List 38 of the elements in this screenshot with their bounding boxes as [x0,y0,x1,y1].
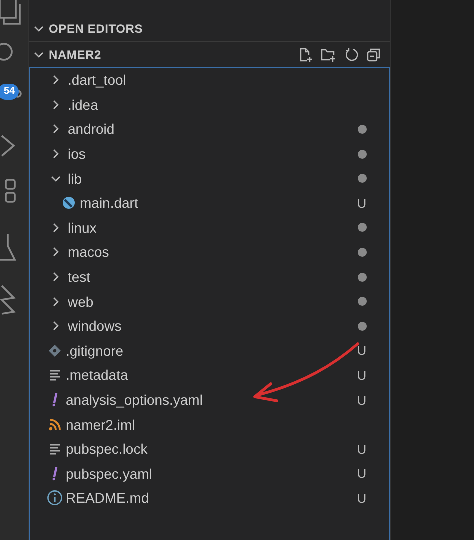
git-status: U [357,466,367,482]
folder-name[interactable]: windows [62,318,352,334]
file-name[interactable]: analysis_options.yaml [63,392,352,408]
file-name[interactable]: pubspec.yaml [63,466,352,482]
git-status: U [357,392,367,408]
folder-name[interactable]: .idea [62,96,352,113]
folder-name[interactable]: .dart_tool [62,72,352,88]
dart-file-icon [62,196,76,210]
info-icon [47,490,63,506]
file-name[interactable]: namer2.iml [63,416,352,433]
file-name[interactable]: .metadata [63,367,352,384]
folder-name[interactable]: macos [62,244,352,260]
text-file-icon [48,442,62,456]
new-folder-icon[interactable] [320,46,338,62]
git-status: U [357,343,367,358]
file-name[interactable]: pubspec.lock [63,441,352,458]
collapse-all-icon[interactable] [366,46,382,62]
git-status: U [357,196,367,211]
file-name[interactable]: .gitignore [63,342,352,359]
folder-name[interactable]: web [62,294,352,310]
git-status: U [357,442,367,457]
file-name[interactable]: main.dart [77,195,352,212]
refresh-icon[interactable] [344,46,360,62]
folder-name[interactable]: linux [62,220,352,236]
git-status: U [357,368,367,383]
folder-name[interactable]: android [62,121,352,138]
git-status: U [357,490,367,506]
notification-badge: 54 [0,84,20,100]
folder-name[interactable]: test [62,269,352,286]
diamond-file-icon [48,344,62,358]
section-header[interactable]: OPEN EDITORS [49,22,390,36]
folder-name[interactable]: lib [62,170,352,187]
section-header[interactable]: NAMER2 [49,48,294,62]
feed-icon [48,418,62,432]
file-name[interactable]: README.md [63,490,352,506]
folder-name[interactable]: ios [62,146,352,162]
text-file-icon [48,368,62,382]
new-file-icon[interactable] [298,46,314,62]
